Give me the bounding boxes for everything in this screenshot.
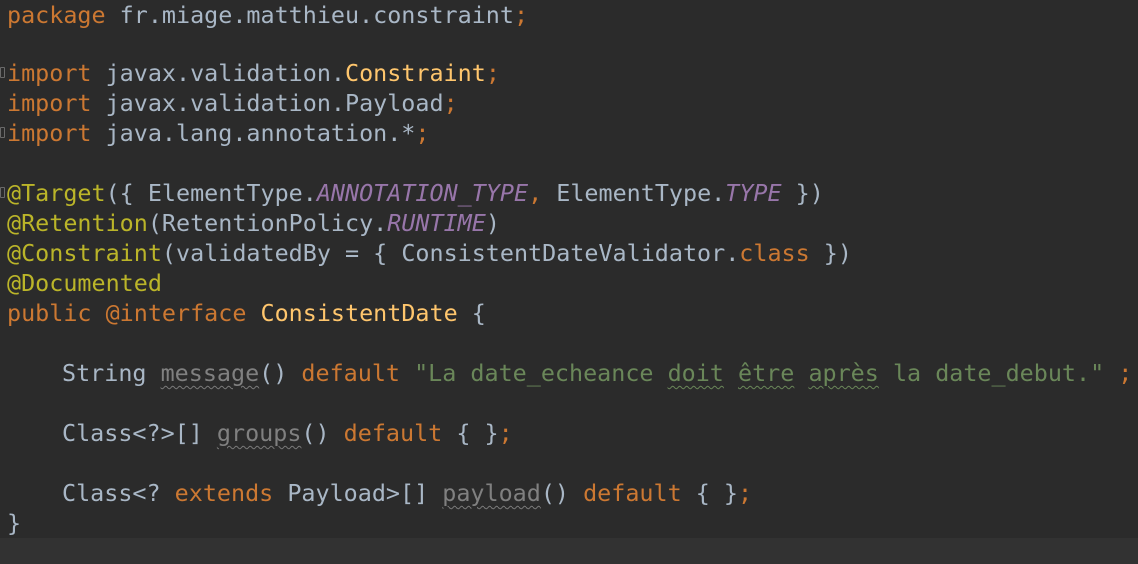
code-area[interactable]: package fr.miage.matthieu.constraint; im… [0,0,1138,538]
interface-name: ConsistentDate [260,299,458,327]
code-line-target[interactable]: @Target({ ElementType.ANNOTATION_TYPE, E… [7,178,824,208]
constant-annotation-type: ANNOTATION_TYPE [316,179,529,207]
code-line-import-constraint[interactable]: import javax.validation.Constraint; [7,58,500,88]
code-editor[interactable]: package fr.miage.matthieu.constraint; im… [0,0,1138,564]
constant-runtime: RUNTIME [387,209,486,237]
code-text: ) [485,209,500,237]
code-text: (RetentionPolicy. [147,209,388,237]
keyword-public: public [7,299,92,327]
method-payload: payload [442,479,541,507]
semicolon: ; [513,1,529,29]
code-line-import-annotation[interactable]: import java.lang.annotation.*; [7,118,430,148]
semicolon: ; [485,59,500,87]
string-part: "La date_echeance [414,359,668,387]
code-text: { [457,299,486,327]
string-word-etre: être [738,359,795,387]
code-text: }) [781,179,824,207]
code-line-constraint[interactable]: @Constraint(validatedBy = { ConsistentDa… [7,238,852,268]
string-word-doit: doit [667,359,724,387]
import-package: java.lang.annotation.* [91,119,416,147]
code-line-message[interactable]: String message() default "La date_echean… [62,358,1132,388]
constant-type: TYPE [725,179,782,207]
annotation-documented: @Documented [7,269,162,297]
code-text: Class<?>[] [62,419,217,447]
code-line-groups[interactable]: Class<?>[] groups() default { }; [62,418,513,448]
method-groups: groups [216,419,302,447]
string-word-apres: après [808,359,879,387]
code-line-payload[interactable]: Class<? extends Payload>[] payload() def… [62,478,752,508]
method-message: message [160,359,260,387]
annotation-retention: @Retention [7,209,148,237]
semicolon: ; [738,479,753,507]
code-text: ElementType. [542,179,726,207]
keyword-class: class [739,239,810,267]
code-text: () [540,479,569,507]
code-text: Class<? [62,479,175,507]
semicolon: ; [498,419,513,447]
editor-bottom-strip [0,538,1138,564]
code-line-interface-decl[interactable]: public @interface ConsistentDate { [7,298,486,328]
fold-marker-icon[interactable] [0,187,5,198]
keyword-default: default [287,359,415,387]
keyword-default: default [569,479,682,507]
code-line-documented[interactable]: @Documented [7,268,162,298]
import-package: javax.validation.Payload [91,89,444,117]
code-text: { } [681,479,739,507]
string-part [794,359,808,387]
fold-marker-icon[interactable] [0,67,5,78]
keyword-import: import [7,59,92,87]
semicolon: ; [415,119,430,147]
comma: , [528,179,543,207]
code-text: () [259,359,288,387]
annotation-constraint: @Constraint [7,239,162,267]
code-text: ({ ElementType. [105,179,317,207]
code-text: () [301,419,330,447]
string-part [724,359,738,387]
closing-brace: } [7,509,22,537]
keyword-import: import [7,89,92,117]
param-validated-by: validatedBy [176,239,331,267]
keyword-package: package [7,1,106,29]
code-text: ( [161,239,176,267]
keyword-interface: @interface [105,299,247,327]
keyword-import: import [7,119,92,147]
code-text: = { ConsistentDateValidator. [330,239,740,267]
string-part: la date_debut." [878,359,1105,387]
import-package: javax.validation. [91,59,345,87]
code-line-package[interactable]: package fr.miage.matthieu.constraint; [7,0,528,30]
annotation-target: @Target [7,179,106,207]
import-class-constraint: Constraint [344,59,486,87]
code-text: Payload>[] [273,479,443,507]
semicolon: ; [1104,359,1133,387]
keyword-default: default [329,419,443,447]
package-name: fr.miage.matthieu.constraint [105,1,514,29]
code-text: String [62,359,161,387]
code-text: }) [809,239,852,267]
keyword-extends: extends [174,479,274,507]
code-text: { } [442,419,499,447]
code-line-closing-brace[interactable]: } [7,508,21,538]
fold-marker-icon[interactable] [0,127,5,138]
code-line-retention[interactable]: @Retention(RetentionPolicy.RUNTIME) [7,208,500,238]
semicolon: ; [443,89,458,117]
code-line-import-payload[interactable]: import javax.validation.Payload; [7,88,458,118]
